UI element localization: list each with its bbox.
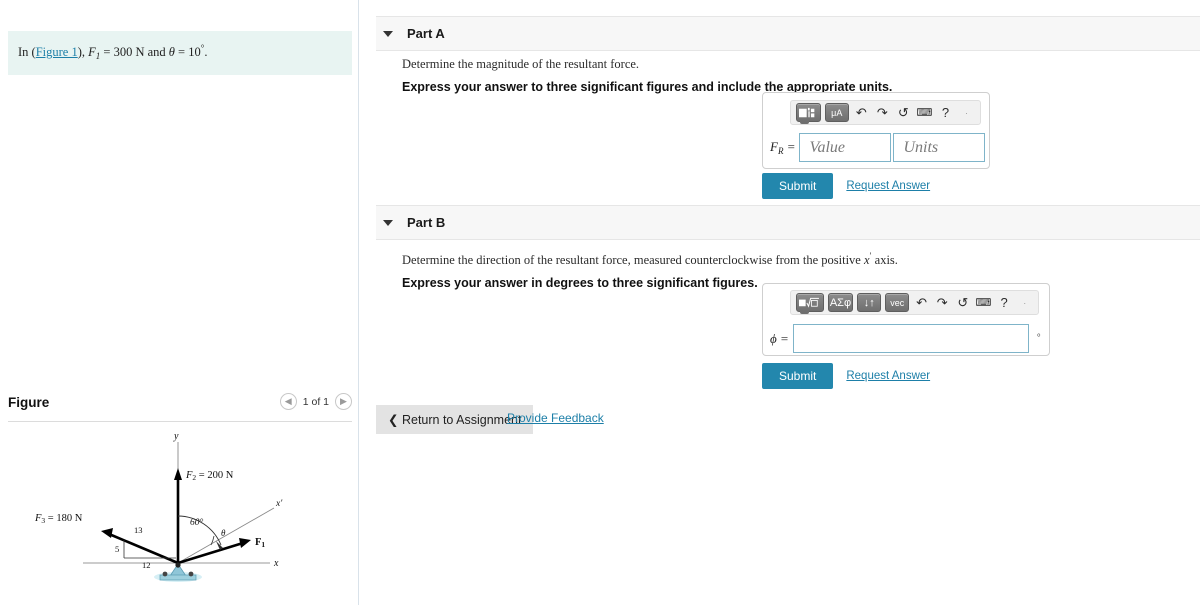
f1-arrowhead [239, 538, 251, 548]
triangle-hypotenuse-label: 13 [134, 525, 143, 535]
phi-field-label: ϕ = [770, 330, 789, 346]
f1-symbol: F [88, 45, 96, 59]
support-pin-right [188, 571, 194, 577]
reset-icon[interactable]: ↺ [895, 103, 912, 122]
triangle-vertical-label: 5 [115, 544, 119, 554]
f1-value: = 300 N and [100, 45, 169, 59]
part-a-label: Part A [407, 26, 445, 41]
part-b-answer-panel: ΑΣφ ↓↑ vec ↶ ↷ ↺ ⌨ ? · ϕ = ° [762, 283, 1050, 356]
f1-label: F1 [255, 537, 265, 549]
x-prime-axis-label: x′ [275, 499, 283, 509]
f2-arrowhead [174, 468, 182, 480]
figure-navigation: ◀ 1 of 1 ▶ [279, 393, 352, 410]
redo-icon[interactable]: ↷ [874, 103, 891, 122]
part-b-actions: Submit Request Answer [762, 363, 930, 389]
provide-feedback-link[interactable]: Provide Feedback [507, 411, 604, 425]
question-period: . [204, 45, 208, 59]
angle-60-label: 60° [190, 517, 204, 528]
chevron-left-icon: ❮ [388, 413, 399, 427]
help-icon[interactable]: ? [937, 103, 954, 122]
greek-letters-icon[interactable]: ΑΣφ [827, 293, 854, 312]
support-hinge [175, 562, 181, 568]
keyboard-icon[interactable]: ⌨ [916, 103, 933, 122]
part-b-header[interactable]: Part B [376, 205, 1200, 240]
part-a-prompt: Determine the magnitude of the resultant… [402, 57, 640, 71]
reset-icon[interactable]: ↺ [955, 293, 972, 312]
figure-title: Figure [8, 395, 50, 410]
sqrt-template-icon[interactable] [796, 293, 824, 314]
part-b-field-row: ϕ = ° [770, 324, 1049, 353]
page-root: In (Figure 1), F1 = 300 N and θ = 10 °. F… [0, 0, 1200, 605]
part-a-field-row: FR = Value Units [770, 133, 989, 162]
request-answer-link[interactable]: Request Answer [846, 370, 930, 382]
f3-label: F3 = 180 N [34, 513, 83, 525]
part-a-actions: Submit Request Answer [762, 173, 930, 199]
submit-button[interactable]: Submit [762, 363, 834, 389]
part-b-prompt-b: axis. [871, 253, 898, 267]
question-statement-box: In (Figure 1), F1 = 300 N and θ = 10°. [8, 31, 352, 75]
keyboard-icon[interactable]: ⌨ [975, 293, 992, 312]
figure-1-link[interactable]: Figure 1 [36, 45, 78, 59]
angle-theta-label: θ [221, 528, 226, 538]
x-axis-label: x [273, 558, 279, 569]
redo-icon[interactable]: ↷ [934, 293, 951, 312]
chevron-down-icon[interactable] [383, 219, 393, 226]
part-a-answer-panel: μA ↶ ↷ ↺ ⌨ ? · FR = Value Units [762, 92, 990, 169]
f3-arrowhead [101, 528, 113, 538]
part-a-body: Determine the magnitude of the resultant… [402, 56, 1182, 94]
units-micro-amp-icon[interactable]: μA [824, 103, 849, 122]
phi-input[interactable] [792, 324, 1029, 353]
request-answer-link[interactable]: Request Answer [846, 180, 930, 192]
part-b-prompt: Determine the direction of the resultant… [402, 248, 1192, 269]
part-a-math-toolbar: μA ↶ ↷ ↺ ⌨ ? · [790, 100, 981, 125]
part-a-header[interactable]: Part A [376, 16, 1200, 51]
left-panel: In (Figure 1), F1 = 300 N and θ = 10°. F… [0, 0, 359, 605]
f3-vector-line [108, 532, 179, 565]
vector-icon[interactable]: vec [885, 293, 910, 312]
question-prefix: In ( [18, 45, 36, 59]
units-input[interactable]: Units [893, 133, 986, 162]
overflow-icon: · [1023, 297, 1027, 308]
part-b-prompt-a: Determine the direction of the resultant… [402, 253, 864, 267]
figure-counter: 1 of 1 [302, 395, 329, 408]
chevron-down-icon[interactable] [383, 30, 393, 37]
fr-field-label: FR = [770, 139, 796, 156]
f1-vector-line [177, 541, 244, 565]
question-text: In (Figure 1), F1 = 300 N and θ = 10°. [18, 40, 342, 65]
figure-diagram: x y x′ F2 = 200 N F3 = 180 N 13 5 12 F1 … [8, 428, 352, 598]
help-icon[interactable]: ? [996, 293, 1013, 312]
force-diagram-svg: x y x′ F2 = 200 N F3 = 180 N 13 5 12 F1 … [34, 431, 283, 582]
chevron-left-icon[interactable]: ◀ [279, 393, 297, 410]
x-prime-axis-line [177, 507, 275, 564]
degree-unit-label: ° [1036, 333, 1041, 344]
return-to-assignment-label: Return to Assignment [401, 413, 522, 427]
question-middle: ), [77, 45, 89, 59]
figure-panel-header: Figure ◀ 1 of 1 ▶ [8, 393, 352, 422]
overflow-icon: · [965, 107, 968, 118]
right-panel: Part A Determine the magnitude of the re… [360, 0, 1200, 605]
theta-value: = 10 [174, 45, 201, 59]
undo-icon[interactable]: ↶ [853, 103, 870, 122]
part-b-math-toolbar: ΑΣφ ↓↑ vec ↶ ↷ ↺ ⌨ ? · [790, 290, 1039, 315]
triangle-horizontal-label: 12 [142, 560, 151, 570]
template-icon[interactable] [796, 103, 821, 124]
f2-label: F2 = 200 N [185, 470, 234, 482]
submit-button[interactable]: Submit [762, 173, 834, 199]
arrows-updown-icon[interactable]: ↓↑ [857, 293, 882, 312]
chevron-right-icon[interactable]: ▶ [335, 393, 352, 410]
part-b-label: Part B [407, 215, 446, 230]
undo-icon[interactable]: ↶ [913, 293, 930, 312]
value-input[interactable]: Value [799, 133, 892, 162]
y-axis-label: y [173, 431, 179, 442]
support-pin-left [162, 571, 168, 577]
